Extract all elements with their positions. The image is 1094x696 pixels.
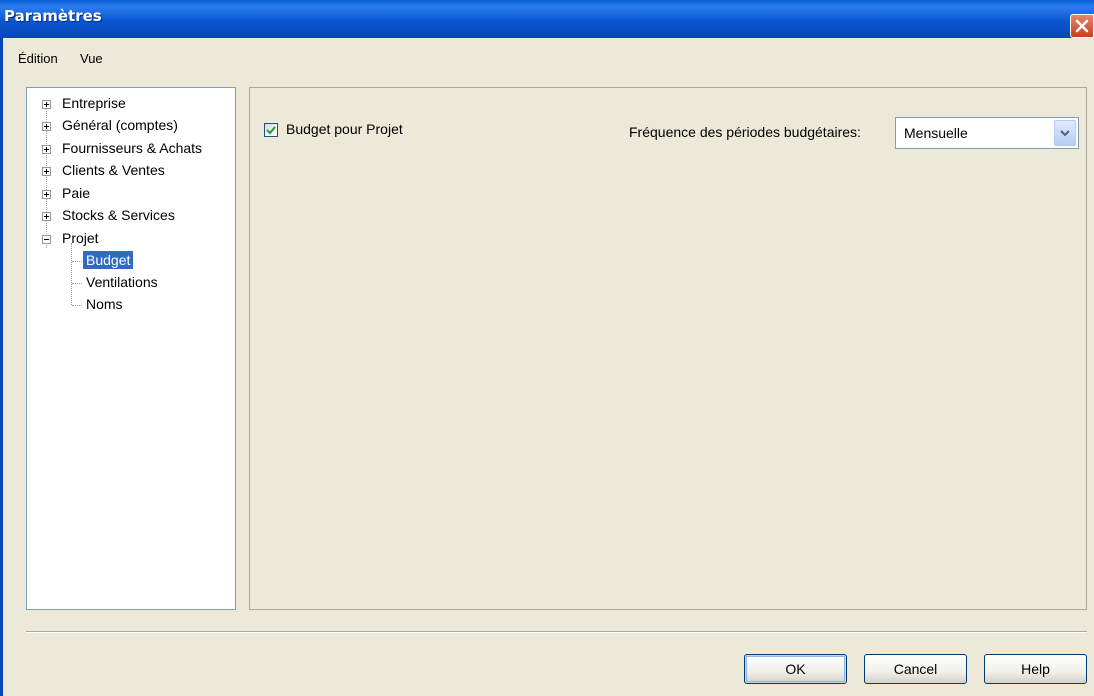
- tree-item-ventilations[interactable]: Ventilations: [27, 272, 235, 294]
- expand-icon[interactable]: [42, 100, 51, 109]
- tree-item-clients[interactable]: Clients & Ventes: [27, 160, 235, 182]
- menu-vue[interactable]: Vue: [80, 51, 103, 66]
- tree-item-label: Budget: [83, 251, 134, 269]
- menu-edition[interactable]: Édition: [18, 51, 58, 66]
- window-title: Paramètres: [4, 7, 102, 25]
- title-bar[interactable]: Paramètres: [0, 0, 1094, 38]
- menu-bar: Édition Vue: [3, 38, 1094, 72]
- tree-item-label: Fournisseurs & Achats: [62, 140, 203, 156]
- close-button[interactable]: [1070, 14, 1094, 38]
- budget-checkbox-label[interactable]: Budget pour Projet: [286, 121, 403, 137]
- tree-item-label: Ventilations: [86, 274, 158, 290]
- tree-item-label: Stocks & Services: [62, 207, 175, 223]
- expand-icon[interactable]: [42, 145, 51, 154]
- frequency-value: Mensuelle: [904, 125, 968, 141]
- dropdown-button[interactable]: [1054, 120, 1076, 146]
- expand-icon[interactable]: [42, 122, 51, 131]
- tree-item-budget[interactable]: Budget: [27, 250, 235, 272]
- tree-item-fournisseurs[interactable]: Fournisseurs & Achats: [27, 138, 235, 160]
- close-icon: [1075, 19, 1089, 33]
- settings-dialog: Paramètres Édition Vue Entreprise Généra…: [0, 0, 1094, 696]
- tree-item-label: Général (comptes): [62, 117, 178, 133]
- checkmark-icon: [266, 126, 276, 135]
- chevron-down-icon: [1060, 130, 1070, 137]
- tree-item-paie[interactable]: Paie: [27, 183, 235, 205]
- frequency-select[interactable]: Mensuelle: [895, 117, 1079, 149]
- tree-item-stocks[interactable]: Stocks & Services: [27, 205, 235, 227]
- cancel-button[interactable]: Cancel: [864, 654, 967, 684]
- help-button[interactable]: Help: [984, 654, 1087, 684]
- tree-item-noms[interactable]: Noms: [27, 294, 235, 316]
- tree-item-projet[interactable]: Projet: [27, 228, 235, 250]
- budget-settings-panel: Budget pour Projet Fréquence des période…: [249, 87, 1087, 610]
- tree-item-label: Noms: [86, 296, 123, 312]
- expand-icon[interactable]: [42, 190, 51, 199]
- settings-tree[interactable]: Entreprise Général (comptes) Fournisseur…: [26, 87, 236, 610]
- tree-item-label: Paie: [62, 185, 91, 201]
- tree-item-general[interactable]: Général (comptes): [27, 115, 235, 137]
- tree-item-label: Projet: [62, 230, 99, 246]
- collapse-icon[interactable]: [42, 235, 51, 244]
- window-border: [0, 38, 3, 696]
- expand-icon[interactable]: [42, 212, 51, 221]
- tree-item-label: Clients & Ventes: [62, 162, 165, 178]
- tree-item-entreprise[interactable]: Entreprise: [27, 93, 235, 115]
- budget-checkbox[interactable]: [264, 123, 278, 137]
- ok-button[interactable]: OK: [744, 654, 847, 684]
- tree-item-label: Entreprise: [62, 95, 126, 111]
- separator: [26, 631, 1087, 633]
- expand-icon[interactable]: [42, 167, 51, 176]
- frequency-label: Fréquence des périodes budgétaires:: [629, 124, 861, 140]
